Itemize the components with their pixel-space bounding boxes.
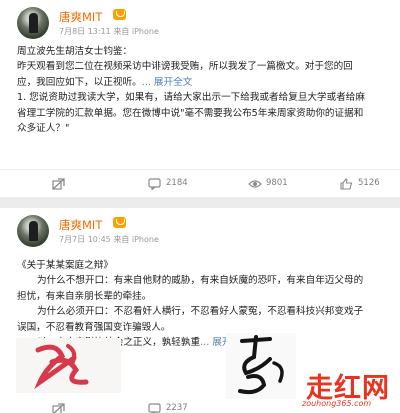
text-line: 误国，不忍看教育强国变诈骗毁人。 bbox=[17, 321, 171, 333]
avatar[interactable] bbox=[17, 7, 49, 39]
vip-badge-icon bbox=[113, 217, 126, 228]
read-count-value: 9801 bbox=[266, 178, 288, 188]
weibo-post: 唐爽MIT 7月8日 13:11 来自 iPhone 周立波先生胡洁女士钧鉴： … bbox=[0, 0, 400, 197]
username[interactable]: 唐爽MIT bbox=[59, 217, 102, 233]
site-watermark: 走红网 zouhong365.com bbox=[300, 366, 396, 412]
username[interactable]: 唐爽MIT bbox=[59, 9, 102, 25]
like-count: 5126 bbox=[358, 178, 380, 188]
text-line: 省理工学院的汇款单据。您在微博中说"毫不需要我公布5年来周家资助你的证据和 bbox=[17, 107, 364, 119]
text-line: 众多证人？" bbox=[17, 123, 70, 135]
eye-icon bbox=[248, 180, 262, 188]
text-line: 担忧，有来自亲朋长辈的牵挂。 bbox=[17, 290, 152, 302]
comment-count: 2184 bbox=[166, 178, 188, 188]
post-image-calligraphy-red[interactable] bbox=[16, 338, 121, 393]
repost-icon bbox=[52, 403, 65, 413]
comment-icon bbox=[148, 403, 161, 413]
text-line: 周立波先生胡洁女士钧鉴： bbox=[17, 46, 133, 57]
text-line: 应，我回应如下，以正视听。... 展开全文 bbox=[17, 76, 193, 88]
text-line: 昨天观看到您二位在视频采访中诽谤我受贿，所以我发了一篇檄文。对于您的回 bbox=[17, 61, 353, 73]
avatar[interactable] bbox=[17, 215, 49, 247]
comment-count: 2237 bbox=[166, 403, 188, 413]
text-line: 1. 您说资助过我读大学，如果有，请给大家出示一下给我或者给复旦大学或者给麻 bbox=[17, 92, 365, 104]
thumbs-up-icon bbox=[340, 178, 353, 190]
action-bar: 2184 9801 5126 bbox=[0, 169, 400, 197]
watermark-url: zouhong365.com bbox=[302, 399, 372, 408]
post-timestamp: 7月8日 13:11 来自 iPhone bbox=[59, 27, 159, 36]
text-line: 为什么不想开口：有来自他财的威胁，有来自妖魔的恐吓，有来自年迈父母的 bbox=[37, 275, 364, 287]
text-line: 《关于某某案庭之辩》 bbox=[17, 260, 113, 271]
expand-full-text-link[interactable]: ... 展开全文 bbox=[142, 77, 193, 88]
post-image-calligraphy-black[interactable] bbox=[226, 333, 296, 399]
text-line: 为什么必须开口：不忍看奸人横行，不忍看好人蒙冤，不忍看科技兴邦变戏子 bbox=[37, 306, 364, 318]
repost-icon bbox=[52, 178, 65, 190]
comment-icon bbox=[148, 178, 161, 190]
post-text: 周立波先生胡洁女士钧鉴： 昨天观看到您二位在视频采访中诽谤我受贿，所以我发了一篇… bbox=[17, 44, 390, 136]
vip-badge-icon bbox=[113, 9, 126, 20]
post-timestamp: 7月7日 10:45 来自 iPhone bbox=[59, 235, 159, 244]
post-text: 《关于某某案庭之辩》 为什么不想开口：有来自他财的威胁，有来自妖魔的恐吓，有来自… bbox=[17, 258, 390, 350]
